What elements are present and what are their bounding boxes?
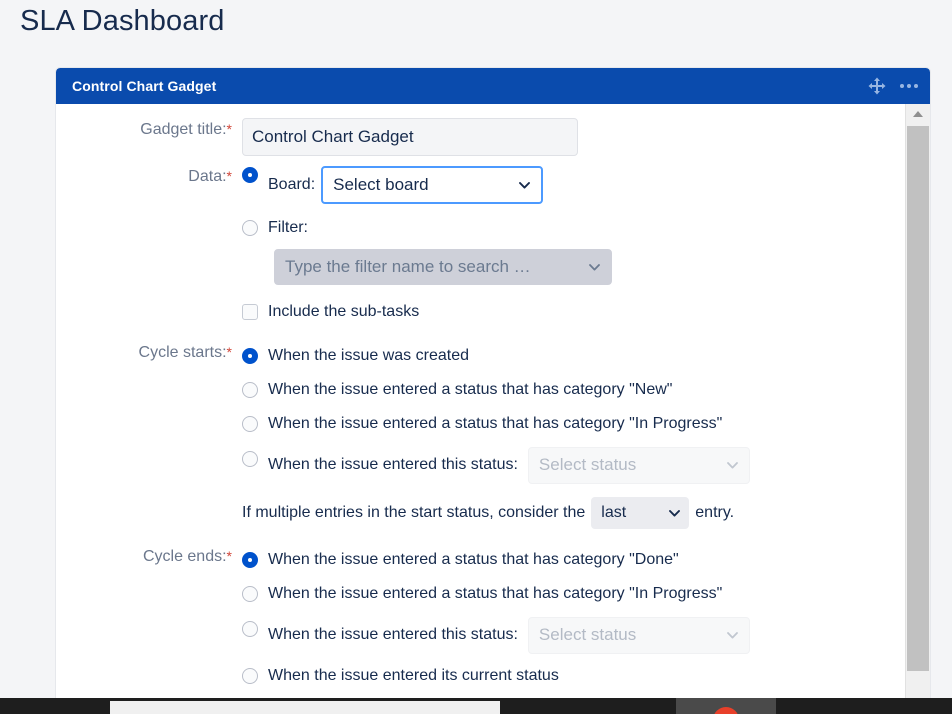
radio-filter-label: Filter:	[268, 217, 308, 239]
board-select-value: Select board	[333, 175, 428, 195]
os-taskbar	[0, 698, 952, 714]
cycle-starts-label: Cycle starts:*	[56, 341, 242, 364]
cycle-ends-option-3-label: When the issue entered its current statu…	[268, 665, 559, 687]
gadget-title-label-text: Gadget title:	[140, 121, 226, 138]
data-field: Board: Select board Filter:	[242, 165, 905, 327]
chevron-down-icon	[727, 462, 738, 469]
cycle-ends-status-select[interactable]: Select status	[528, 617, 750, 654]
radio-board-label: Board:	[268, 174, 315, 196]
required-asterisk: *	[227, 121, 232, 137]
radio-cycle-starts-0[interactable]	[242, 348, 258, 364]
field-row-data: Data:* Board: Select board	[56, 165, 905, 327]
gadget-title-input[interactable]	[242, 118, 578, 156]
cycle-starts-entry-select[interactable]: last	[591, 497, 689, 529]
cycle-ends-option-2-label: When the issue entered this status:	[268, 624, 518, 646]
data-option-filter[interactable]: Filter:	[242, 213, 905, 243]
cycle-starts-option-3-label: When the issue entered this status:	[268, 454, 518, 476]
cycle-ends-option-3[interactable]: When the issue entered its current statu…	[242, 661, 905, 691]
filter-select[interactable]: Type the filter name to search …	[274, 249, 612, 285]
cycle-ends-option-1[interactable]: When the issue entered a status that has…	[242, 579, 905, 609]
chevron-down-icon	[519, 182, 530, 189]
cycle-starts-option-0[interactable]: When the issue was created	[242, 341, 905, 371]
cycle-starts-option-2-label: When the issue entered a status that has…	[268, 413, 722, 435]
cycle-starts-option-3[interactable]: When the issue entered this status: Sele…	[242, 445, 905, 485]
radio-cycle-ends-2[interactable]	[242, 621, 258, 637]
required-asterisk: *	[227, 548, 232, 564]
page-root: SLA Dashboard Control Chart Gadget	[0, 0, 952, 714]
radio-board[interactable]	[242, 167, 258, 183]
filter-select-wrap: Type the filter name to search …	[242, 249, 905, 285]
data-option-board[interactable]: Board: Select board	[242, 165, 905, 205]
radio-filter[interactable]	[242, 220, 258, 236]
board-select[interactable]: Select board	[321, 166, 543, 204]
radio-cycle-ends-3[interactable]	[242, 668, 258, 684]
ellipsis-horizontal-icon[interactable]	[898, 75, 920, 97]
gadget-body: Gadget title:* Data:* Board: Select boar…	[56, 104, 930, 702]
gadget-header-actions	[866, 75, 920, 97]
cycle-starts-entry-value: last	[601, 504, 626, 522]
cycle-ends-label-text: Cycle ends:	[143, 548, 227, 565]
gadget-header-title: Control Chart Gadget	[72, 78, 866, 94]
field-row-cycle-starts: Cycle starts:* When the issue was create…	[56, 341, 905, 529]
include-subtasks-label: Include the sub-tasks	[268, 301, 419, 323]
gadget-header: Control Chart Gadget	[56, 68, 930, 104]
cycle-ends-option-0[interactable]: When the issue entered a status that has…	[242, 545, 905, 575]
gadget-scrollbar[interactable]	[905, 104, 930, 702]
cycle-ends-status-value: Select status	[539, 625, 636, 645]
page-title: SLA Dashboard	[20, 2, 224, 40]
chevron-down-icon	[727, 632, 738, 639]
scrollbar-up-button[interactable]	[906, 104, 930, 124]
radio-cycle-starts-2[interactable]	[242, 416, 258, 432]
move-cross-arrows-icon[interactable]	[866, 75, 888, 97]
taskbar-window-strip[interactable]	[110, 701, 500, 714]
triangle-up-icon	[913, 111, 923, 117]
cycle-starts-multiple-prefix: If multiple entries in the start status,…	[242, 504, 585, 522]
field-row-gadget-title: Gadget title:*	[56, 118, 905, 156]
cycle-starts-multiple-suffix: entry.	[695, 504, 734, 522]
gadget-title-label: Gadget title:*	[56, 118, 242, 141]
gadget-title-field	[242, 118, 905, 156]
control-chart-gadget: Control Chart Gadget Gadget	[56, 68, 930, 702]
chevron-down-icon	[589, 264, 600, 271]
data-label-text: Data:	[188, 168, 226, 185]
checkbox-include-subtasks[interactable]	[242, 304, 258, 320]
cycle-ends-field: When the issue entered a status that has…	[242, 545, 905, 702]
cycle-starts-option-1[interactable]: When the issue entered a status that has…	[242, 375, 905, 405]
cycle-ends-option-2[interactable]: When the issue entered this status: Sele…	[242, 615, 905, 655]
scrollbar-thumb[interactable]	[907, 126, 929, 671]
cycle-starts-multiple-entries: If multiple entries in the start status,…	[242, 497, 905, 529]
gadget-form: Gadget title:* Data:* Board: Select boar…	[56, 104, 905, 702]
cycle-ends-label: Cycle ends:*	[56, 545, 242, 568]
required-asterisk: *	[227, 344, 232, 360]
cycle-starts-option-2[interactable]: When the issue entered a status that has…	[242, 409, 905, 439]
radio-cycle-ends-1[interactable]	[242, 586, 258, 602]
filter-select-value: Type the filter name to search …	[285, 257, 531, 277]
include-subtasks-row[interactable]: Include the sub-tasks	[242, 297, 905, 327]
radio-cycle-starts-1[interactable]	[242, 382, 258, 398]
cycle-starts-status-select[interactable]: Select status	[528, 447, 750, 484]
data-label: Data:*	[56, 165, 242, 188]
cycle-starts-status-value: Select status	[539, 455, 636, 475]
cycle-starts-option-1-label: When the issue entered a status that has…	[268, 379, 672, 401]
radio-cycle-ends-0[interactable]	[242, 552, 258, 568]
cycle-ends-option-1-label: When the issue entered a status that has…	[268, 583, 722, 605]
cycle-starts-label-text: Cycle starts:	[139, 344, 227, 361]
required-asterisk: *	[227, 168, 232, 184]
field-row-cycle-ends: Cycle ends:* When the issue entered a st…	[56, 545, 905, 702]
cycle-starts-option-0-label: When the issue was created	[268, 345, 469, 367]
cycle-ends-option-0-label: When the issue entered a status that has…	[268, 549, 679, 571]
chevron-down-icon	[669, 510, 680, 517]
radio-cycle-starts-3[interactable]	[242, 451, 258, 467]
cycle-starts-field: When the issue was created When the issu…	[242, 341, 905, 529]
